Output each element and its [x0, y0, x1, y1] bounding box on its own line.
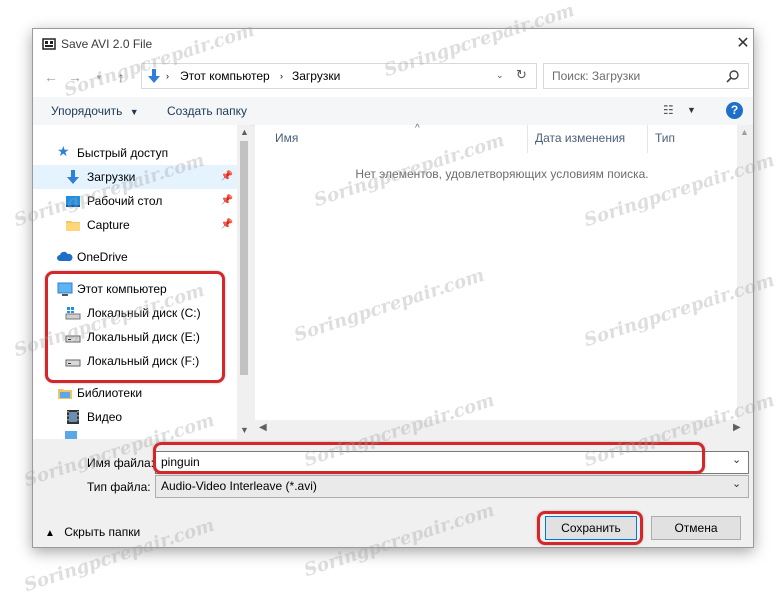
nav-downloads[interactable]: Загрузки 📌 [33, 165, 237, 189]
back-arrow-icon[interactable]: ← [43, 69, 59, 85]
sort-caret-icon: ^ [415, 123, 420, 134]
forward-arrow-icon[interactable]: → [67, 69, 83, 85]
column-header-type[interactable]: Тип [655, 131, 675, 145]
nav-quick-access-label: Быстрый доступ [77, 146, 169, 160]
nav-downloads-label: Загрузки [87, 170, 136, 184]
highlight-ring-drives [45, 271, 225, 383]
hide-folders-label: Скрыть папки [64, 525, 141, 539]
search-input[interactable]: Поиск: Загрузки [552, 69, 640, 83]
nav-partial-item[interactable] [33, 429, 237, 439]
view-dropdown-icon[interactable]: ▼ [687, 105, 696, 115]
highlight-ring-save [537, 511, 643, 545]
search-box[interactable]: Поиск: Загрузки [543, 63, 749, 89]
nav-pane-scroll-thumb[interactable] [240, 141, 248, 375]
desktop-icon [66, 196, 80, 207]
libraries-icon [58, 389, 72, 399]
filename-label: Имя файла: [87, 456, 154, 470]
chevron-up-icon: ▲ [45, 528, 55, 539]
address-bar[interactable]: › Этот компьютер › Загрузки ⌄ ↻ [141, 63, 537, 89]
command-toolbar: Упорядочить ▼ Создать папку ☷ ▼ ? [33, 97, 753, 126]
scroll-up-arrow-icon[interactable]: ▲ [240, 127, 249, 137]
breadcrumb-downloads[interactable]: Загрузки [292, 69, 340, 83]
video-icon [67, 410, 79, 424]
filetype-label: Тип файла: [87, 480, 151, 494]
column-header-date[interactable]: Дата изменения [535, 131, 625, 145]
folder-icon [66, 221, 80, 231]
empty-folder-message: Нет элементов, удовлетворяющих условиям … [355, 167, 649, 181]
recent-locations-chevron-icon[interactable]: ▾ [91, 69, 107, 85]
nav-capture[interactable]: Capture 📌 [33, 213, 237, 237]
nav-desktop-label: Рабочий стол [87, 194, 163, 208]
scroll-right-arrow-icon[interactable]: ▶ [733, 422, 741, 433]
nav-onedrive-label: OneDrive [77, 250, 128, 264]
downloads-arrow-icon [148, 69, 160, 83]
star-icon: ★ [57, 143, 70, 159]
column-divider[interactable] [647, 125, 648, 153]
pin-icon[interactable]: 📌 [221, 219, 233, 230]
highlight-ring-filename [153, 442, 705, 474]
nav-video-label: Видео [87, 410, 123, 424]
scroll-left-arrow-icon[interactable]: ◀ [259, 422, 267, 433]
hide-folders-toggle[interactable]: ▲ Скрыть папки [45, 525, 140, 539]
view-options-icon[interactable]: ☷ [663, 103, 674, 117]
file-list-vertical-scrollbar[interactable]: ▲ [737, 125, 751, 420]
navigation-bar: ← → ▾ ↑ › Этот компьютер › Загрузки ⌄ ↻ … [33, 59, 753, 97]
dropdown-triangle-icon: ▼ [129, 107, 139, 117]
title-bar: Save AVI 2.0 File ✕ [33, 29, 753, 59]
organize-menu-button[interactable]: Упорядочить ▼ [51, 104, 139, 118]
close-icon[interactable]: ✕ [733, 34, 753, 54]
refresh-icon[interactable]: ↻ [516, 67, 527, 83]
pin-icon[interactable]: 📌 [221, 171, 233, 182]
filetype-select[interactable]: Audio-Video Interleave (*.avi) ⌄ [155, 475, 749, 498]
breadcrumb-separator-icon: › [166, 71, 169, 81]
nav-pane-scrollbar[interactable]: ▲ ▼ [237, 125, 251, 439]
app-icon [42, 38, 56, 50]
nav-libraries-label: Библиотеки [77, 386, 143, 400]
window-title: Save AVI 2.0 File [61, 37, 153, 51]
nav-video[interactable]: Видео [33, 405, 237, 429]
downloads-arrow-icon [67, 170, 79, 184]
breadcrumb-this-pc[interactable]: Этот компьютер [180, 69, 270, 83]
scroll-up-arrow-icon[interactable]: ▲ [740, 127, 749, 137]
file-list: ^ Имя Дата изменения Тип Нет элементов, … [255, 123, 749, 420]
folder-icon [65, 431, 77, 439]
file-list-horizontal-scrollbar[interactable]: ◀ ▶ [255, 420, 753, 437]
save-dialog: Save AVI 2.0 File ✕ ← → ▾ ↑ › Этот компь… [32, 28, 754, 548]
nav-quick-access[interactable]: ★ Быстрый доступ [33, 141, 237, 165]
up-arrow-icon[interactable]: ↑ [113, 69, 129, 85]
address-dropdown-icon[interactable]: ⌄ [496, 70, 504, 81]
nav-libraries[interactable]: Библиотеки [33, 381, 237, 405]
search-icon[interactable] [726, 69, 740, 83]
column-divider[interactable] [527, 125, 528, 153]
help-icon[interactable]: ? [726, 102, 743, 119]
nav-desktop[interactable]: Рабочий стол 📌 [33, 189, 237, 213]
new-folder-button[interactable]: Создать папку [167, 104, 247, 118]
filename-dropdown-icon[interactable]: ⌄ [732, 453, 741, 466]
pin-icon[interactable]: 📌 [221, 195, 233, 206]
nav-onedrive[interactable]: OneDrive [33, 245, 237, 269]
breadcrumb-separator-icon: › [280, 71, 283, 81]
scroll-down-arrow-icon[interactable]: ▼ [240, 425, 249, 435]
cancel-button[interactable]: Отмена [651, 516, 741, 540]
organize-label: Упорядочить [51, 104, 123, 118]
filetype-dropdown-icon[interactable]: ⌄ [732, 477, 741, 490]
cloud-icon [57, 251, 73, 261]
filetype-value: Audio-Video Interleave (*.avi) [161, 479, 317, 493]
nav-capture-label: Capture [87, 218, 130, 232]
column-header-name[interactable]: Имя [275, 131, 298, 145]
